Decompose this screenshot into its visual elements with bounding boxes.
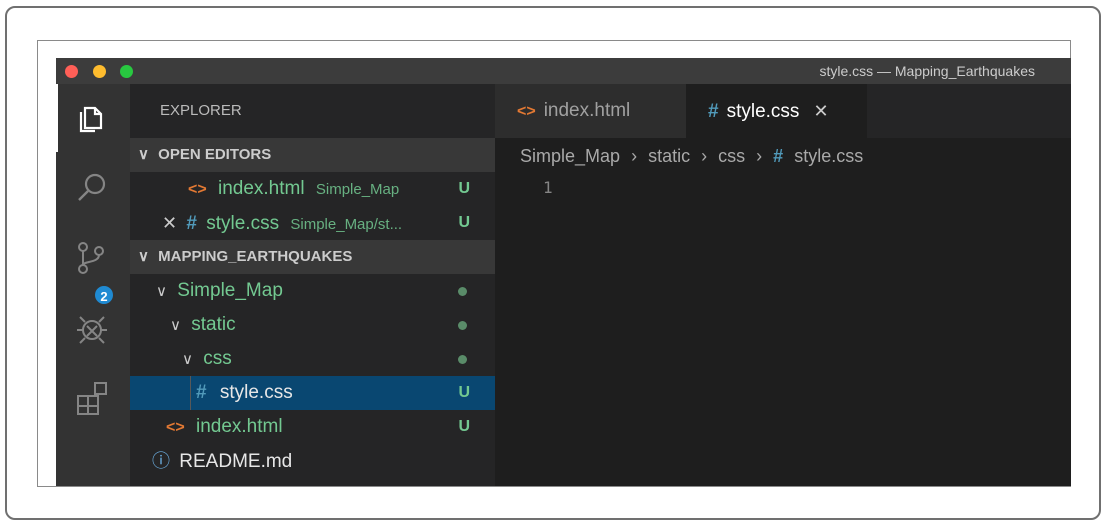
debug-icon[interactable] xyxy=(74,310,110,346)
tab-label: index.html xyxy=(543,100,631,121)
close-window-button[interactable] xyxy=(65,65,78,78)
untracked-status: U xyxy=(458,418,470,435)
info-icon: ⓘ xyxy=(152,451,170,471)
css-file-icon: # xyxy=(196,382,207,403)
file-name: style.css xyxy=(219,382,293,403)
modified-dot xyxy=(458,287,467,296)
folder-name: css xyxy=(203,348,232,369)
untracked-status: U xyxy=(458,214,470,231)
file-name: index.html xyxy=(195,416,283,437)
maximize-window-button[interactable] xyxy=(120,65,133,78)
title-bar: style.css — Mapping_Earthquakes xyxy=(56,58,1071,84)
chevron-right-icon: › xyxy=(756,146,763,166)
source-control-badge: 2 xyxy=(93,284,115,306)
tab-style-css[interactable]: # style.css ✕ xyxy=(686,84,867,138)
extensions-icon[interactable] xyxy=(74,380,110,416)
css-file-icon: # xyxy=(186,213,197,234)
breadcrumb-item[interactable]: css xyxy=(718,146,745,166)
close-icon[interactable]: ✕ xyxy=(813,101,828,121)
html-file-icon: <> xyxy=(188,181,207,198)
open-editor-item[interactable]: <> index.html Simple_Map U xyxy=(130,172,495,206)
tree-folder[interactable]: ∨ static xyxy=(130,308,495,342)
window-title: style.css — Mapping_Earthquakes xyxy=(819,63,1035,79)
html-file-icon: <> xyxy=(517,103,536,120)
modified-dot xyxy=(458,355,467,364)
modified-dot xyxy=(458,321,467,330)
chevron-down-icon: ∨ xyxy=(170,317,181,334)
search-icon[interactable] xyxy=(74,170,110,206)
project-header[interactable]: ∨ MAPPING_EARTHQUAKES xyxy=(130,240,495,274)
css-file-icon: # xyxy=(708,101,719,122)
active-indicator xyxy=(56,84,58,152)
open-editor-name: index.html xyxy=(217,178,305,199)
chevron-down-icon: ∨ xyxy=(182,351,193,368)
tree-folder[interactable]: ∨ Simple_Map xyxy=(130,274,495,308)
open-editor-item[interactable]: ✕ # style.css Simple_Map/st... U xyxy=(130,206,495,240)
source-control-icon[interactable] xyxy=(74,240,110,276)
tree-file[interactable]: <> index.html U xyxy=(130,410,495,444)
open-editors-header[interactable]: ∨ OPEN EDITORS xyxy=(130,138,495,172)
chevron-down-icon: ∨ xyxy=(156,283,167,300)
editor-area: <> index.html # style.css ✕ Simple_Map › st… xyxy=(495,84,1071,486)
chevron-down-icon: ∨ xyxy=(138,146,149,163)
tree-folder[interactable]: ∨ css xyxy=(130,342,495,376)
breadcrumb: Simple_Map › static › css › # style.css xyxy=(520,146,863,167)
chevron-right-icon: › xyxy=(701,146,708,166)
untracked-status: U xyxy=(458,384,470,401)
minimize-window-button[interactable] xyxy=(93,65,106,78)
sidebar-title: EXPLORER xyxy=(160,102,242,119)
tree-file-selected[interactable]: # style.css U xyxy=(130,376,495,410)
explorer-sidebar: EXPLORER ∨ OPEN EDITORS <> index.html Si… xyxy=(130,84,495,486)
tab-bar: <> index.html # style.css ✕ xyxy=(495,84,1071,138)
css-file-icon: # xyxy=(773,146,784,166)
chevron-right-icon: › xyxy=(631,146,638,166)
breadcrumb-item[interactable]: static xyxy=(648,146,690,166)
files-icon[interactable] xyxy=(74,100,110,136)
breadcrumb-item[interactable]: style.css xyxy=(794,146,863,166)
tab-index-html[interactable]: <> index.html xyxy=(495,84,686,138)
breadcrumb-item[interactable]: Simple_Map xyxy=(520,146,620,166)
open-editors-label: OPEN EDITORS xyxy=(158,146,272,163)
indent-guide xyxy=(190,376,191,410)
html-file-icon: <> xyxy=(166,419,185,436)
folder-name: Simple_Map xyxy=(177,280,283,301)
open-editor-path: Simple_Map xyxy=(315,181,400,198)
close-icon[interactable]: ✕ xyxy=(162,213,177,233)
line-number: 1 xyxy=(543,178,553,197)
tree-file[interactable]: ⓘ README.md xyxy=(130,444,495,478)
chevron-down-icon: ∨ xyxy=(138,248,149,265)
open-editor-path: Simple_Map/st... xyxy=(290,216,403,233)
untracked-status: U xyxy=(458,180,470,197)
vscode-window: style.css — Mapping_Earthquakes 2 EXPLOR… xyxy=(56,58,1071,486)
project-label: MAPPING_EARTHQUAKES xyxy=(158,248,353,265)
activity-bar: 2 xyxy=(56,84,130,486)
file-name: README.md xyxy=(179,451,293,472)
tab-label: style.css xyxy=(726,101,800,122)
folder-name: static xyxy=(191,314,236,335)
open-editor-name: style.css xyxy=(206,213,280,234)
